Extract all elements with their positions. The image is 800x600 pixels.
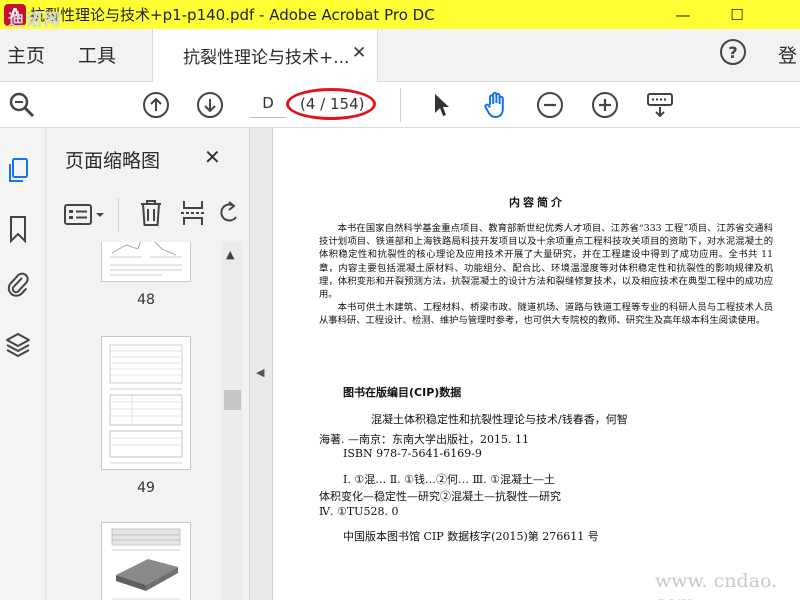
thumbnail-page-label: 49 <box>137 480 155 496</box>
next-page-icon[interactable] <box>195 90 225 120</box>
document-tab-label: 抗裂性理论与技术+... <box>183 48 350 68</box>
pane-toolbar-divider <box>118 198 119 232</box>
attachment-icon[interactable] <box>4 270 32 300</box>
page-thumbnail[interactable] <box>101 242 191 282</box>
previous-page-icon[interactable] <box>141 90 171 120</box>
bookmark-icon[interactable] <box>4 214 32 244</box>
site-watermark: 迪诺网 <box>8 10 63 29</box>
document-tab[interactable]: 抗裂性理论与技术+... ✕ <box>152 29 378 83</box>
cip-line: 体积变化—稳定性—研究②混凝土—抗裂性—研究 <box>319 490 561 503</box>
home-tab[interactable]: 主页 <box>7 41 45 68</box>
thumbnail-page-label: 48 <box>137 292 155 308</box>
help-icon[interactable]: ? <box>720 39 746 65</box>
minimize-button[interactable]: — <box>660 0 706 29</box>
cip-line: Ⅰ. ①混… Ⅱ. ①钱…②何… Ⅲ. ①混凝土—土 <box>343 473 555 486</box>
toolbar-divider <box>400 88 401 122</box>
pane-title: 页面缩略图 <box>65 150 161 172</box>
page-thumbnails-icon[interactable] <box>4 156 32 186</box>
highlight-ellipse <box>286 88 376 120</box>
cip-heading: 图书在版编目(CIP)数据 <box>343 386 462 399</box>
maximize-button[interactable]: ☐ <box>714 0 760 29</box>
hand-tool-icon[interactable] <box>481 90 511 120</box>
layers-icon[interactable] <box>4 330 32 360</box>
zoom-search-icon[interactable] <box>7 90 37 120</box>
summary-paragraph: 本书在国家自然科学基金重点项目、教育部新世纪优秀人才项目、江苏省“333 工程”… <box>319 223 773 301</box>
cip-isbn: ISBN 978-7-5641-6169-9 <box>343 447 482 460</box>
page-thumbnail[interactable] <box>101 522 191 600</box>
cip-line: 混凝土体积稳定性和抗裂性理论与技术/钱春香，何智 <box>371 413 628 426</box>
close-pane-button[interactable]: ✕ <box>204 145 221 169</box>
cip-line: 海著. —南京：东南大学出版社，2015. 11 <box>319 433 529 446</box>
rotate-icon[interactable] <box>218 198 238 228</box>
options-menu-icon[interactable] <box>64 202 108 228</box>
thumbnail-list: 48 49 <box>46 242 222 600</box>
acrobat-window: A 抗裂性理论与技术+p1-p140.pdf - Adobe Acrobat P… <box>0 0 800 600</box>
thumbnail-scrollbar[interactable]: ▲ <box>222 242 242 600</box>
pane-splitter[interactable]: ◀ <box>250 128 272 600</box>
toolbar: D (4 / 154) <box>0 82 800 128</box>
cip-line: Ⅳ. ①TU528. 0 <box>319 505 399 518</box>
navigation-rail <box>0 128 46 600</box>
sign-in-link[interactable]: 登 <box>778 41 797 68</box>
close-tab-button[interactable]: ✕ <box>352 43 366 63</box>
scroll-up-arrow-icon[interactable]: ▲ <box>226 248 234 261</box>
page-thumbnail[interactable] <box>101 336 191 470</box>
keyboard-tool-icon[interactable] <box>645 90 675 120</box>
collapse-pane-arrow-icon[interactable]: ◀ <box>256 366 264 379</box>
menu-tab-row: 主页 工具 抗裂性理论与技术+... ✕ ? 登 <box>0 29 800 83</box>
thumbnail-toolbar <box>46 190 250 240</box>
zoom-out-icon[interactable] <box>535 90 565 120</box>
cip-record-number: 中国版本图书馆 CIP 数据核字(2015)第 276611 号 <box>343 530 599 543</box>
site-url-watermark: www. cndao. com <box>655 570 778 600</box>
page-number-input[interactable]: D <box>250 94 286 118</box>
tools-tab[interactable]: 工具 <box>78 41 116 68</box>
select-cursor-icon[interactable] <box>426 90 456 120</box>
title-bar: A 抗裂性理论与技术+p1-p140.pdf - Adobe Acrobat P… <box>0 0 800 29</box>
scrollbar-thumb[interactable] <box>224 390 241 410</box>
audience-paragraph: 本书可供土木建筑、工程材料、桥梁市政、隧道机场、道路与铁道工程等专业的科研人员与… <box>319 302 773 327</box>
trash-icon[interactable] <box>138 198 164 228</box>
window-title: 抗裂性理论与技术+p1-p140.pdf - Adobe Acrobat Pro… <box>30 6 435 24</box>
zoom-in-icon[interactable] <box>590 90 620 120</box>
document-view[interactable]: 内容简介 本书在国家自然科学基金重点项目、教育部新世纪优秀人才项目、江苏省“33… <box>272 128 800 600</box>
content-summary-heading: 内容简介 <box>509 196 565 209</box>
split-pages-icon[interactable] <box>180 198 206 228</box>
thumbnail-pane: 页面缩略图 ✕ 48 49 ▲ <box>46 128 250 600</box>
